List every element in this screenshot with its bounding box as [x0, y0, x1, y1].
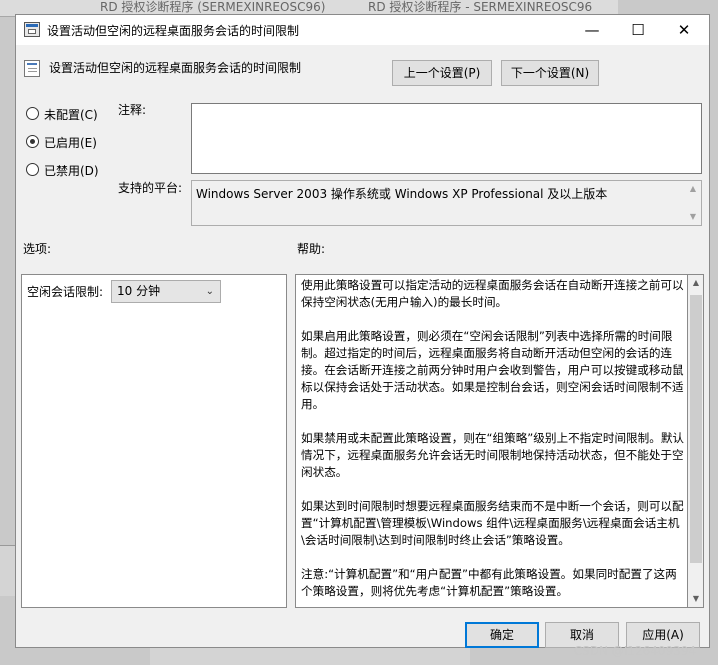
watermark-text: CSDN @I126409394 [573, 644, 696, 658]
help-text: 使用此策略设置可以指定活动的远程桌面服务会话在自动断开连接之前可以保持空闲状态(… [301, 277, 685, 607]
help-paragraph: 如果启用此策略设置，则必须在“空闲会话限制”列表中选择所需的时间限制。超过指定的… [301, 329, 684, 411]
radio-label: 已禁用(D) [44, 164, 99, 178]
maximize-button[interactable]: ☐ [615, 15, 661, 45]
policy-setting-dialog: 设置活动但空闲的远程桌面服务会话的时间限制 — ☐ ✕ 设置活动但空闲的远程桌面… [15, 14, 710, 648]
comment-textarea[interactable] [191, 103, 702, 174]
platform-scrollbar[interactable]: ▲ ▼ [685, 181, 701, 225]
scroll-down-arrow-icon[interactable]: ▼ [688, 591, 704, 607]
help-paragraph: 如果禁用或未配置此策略设置，则在“组策略”级别上不指定时间限制。默认情况下，远程… [301, 431, 685, 479]
help-paragraph: 注意:“计算机配置”和“用户配置”中都有此策略设置。如果同时配置了这两个策略设置… [301, 567, 677, 598]
help-label: 帮助: [297, 242, 326, 256]
radio-indicator-selected[interactable] [26, 135, 39, 148]
help-paragraph: 如果达到时间限制时想要远程桌面服务结束而不是中断一个会话，则可以配置“计算机配置… [301, 499, 684, 547]
supported-platform-field: Windows Server 2003 操作系统或 Windows XP Pro… [191, 180, 702, 226]
options-label: 选项: [23, 242, 52, 256]
ok-button[interactable]: 确定 [465, 622, 539, 648]
scroll-up-arrow-icon[interactable]: ▲ [685, 181, 701, 197]
setting-title: 设置活动但空闲的远程桌面服务会话的时间限制 [49, 61, 302, 75]
help-scrollbar[interactable]: ▲ ▼ [687, 274, 704, 608]
idle-session-limit-value: 10 分钟 [117, 284, 161, 298]
idle-session-limit-label: 空闲会话限制: [27, 285, 104, 299]
chevron-down-icon: ⌄ [205, 286, 214, 297]
help-panel: 使用此策略设置可以指定活动的远程桌面服务会话在自动断开连接之前可以保持空闲状态(… [295, 274, 688, 608]
previous-setting-button[interactable]: 上一个设置(P) [392, 60, 492, 86]
comment-label: 注释: [118, 103, 147, 117]
title-bar: 设置活动但空闲的远程桌面服务会话的时间限制 — ☐ ✕ [16, 15, 709, 45]
scroll-up-arrow-icon[interactable]: ▲ [688, 275, 704, 291]
policy-app-icon [24, 22, 40, 37]
supported-platform-value: Windows Server 2003 操作系统或 Windows XP Pro… [196, 187, 608, 201]
background-window-edge [0, 545, 16, 596]
window-title: 设置活动但空闲的远程桌面服务会话的时间限制 [47, 24, 300, 38]
supported-platform-label: 支持的平台: [118, 181, 183, 195]
options-panel: 空闲会话限制: [21, 274, 287, 608]
radio-label: 已启用(E) [44, 136, 97, 150]
help-paragraph: 使用此策略设置可以指定活动的远程桌面服务会话在自动断开连接之前可以保持空闲状态(… [301, 278, 684, 309]
scrollbar-thumb[interactable] [690, 295, 702, 563]
radio-indicator[interactable] [26, 107, 39, 120]
policy-setting-icon [24, 60, 40, 77]
next-setting-button[interactable]: 下一个设置(N) [501, 60, 599, 86]
radio-indicator[interactable] [26, 163, 39, 176]
idle-session-limit-dropdown[interactable]: 10 分钟 ⌄ [111, 280, 221, 303]
close-button[interactable]: ✕ [661, 15, 707, 45]
minimize-button[interactable]: — [569, 15, 615, 45]
radio-label: 未配置(C) [44, 108, 98, 122]
scroll-down-arrow-icon[interactable]: ▼ [685, 209, 701, 225]
